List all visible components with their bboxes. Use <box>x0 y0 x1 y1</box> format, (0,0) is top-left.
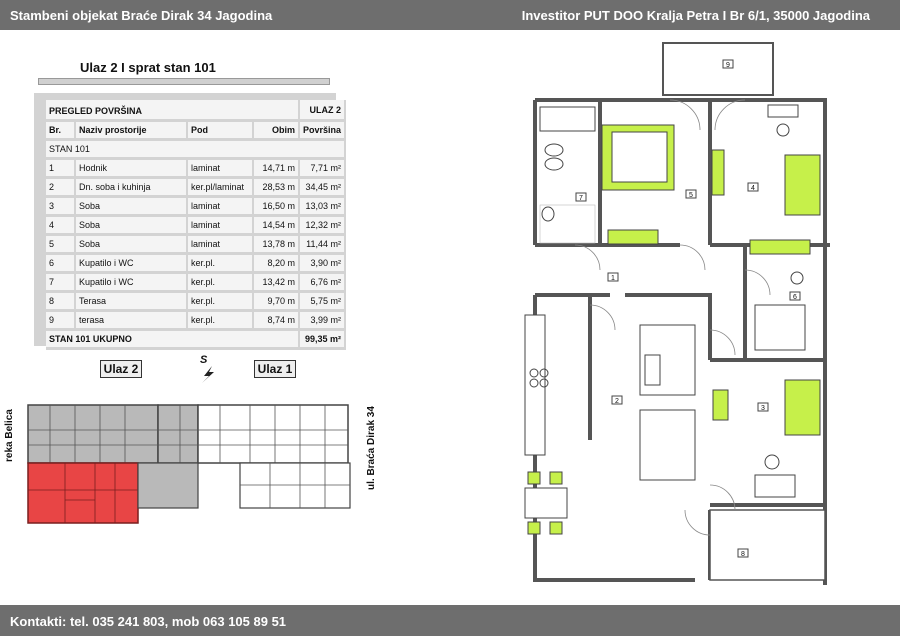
floor-type: ker.pl. <box>187 253 254 274</box>
row-number: 9 <box>46 310 76 331</box>
area: 7,71 m² <box>299 158 347 179</box>
table-row: 3 Soba laminat 16,50 m 13,03 m² <box>46 196 347 217</box>
total-value: 99,35 m² <box>299 329 347 350</box>
area: 5,75 m² <box>299 291 347 312</box>
room-label-9: 9 <box>726 62 730 69</box>
col-name: Naziv prostorije <box>75 120 188 141</box>
area: 12,32 m² <box>299 215 347 236</box>
table-row: 5 Soba laminat 13,78 m 11,44 m² <box>46 234 347 255</box>
contact-info: Kontakti: tel. 035 241 803, mob 063 105 … <box>10 614 287 629</box>
area: 3,90 m² <box>299 253 347 274</box>
table-row: 2 Dn. soba i kuhinja ker.pl/laminat 28,53 m… <box>46 177 347 198</box>
perimeter: 8,74 m <box>253 310 300 331</box>
row-number: 7 <box>46 272 76 293</box>
divider <box>38 78 330 85</box>
river-label: reka Belica <box>4 409 15 462</box>
table-title: PREGLED POVRŠINA <box>46 100 300 122</box>
floor-type: ker.pl. <box>187 291 254 312</box>
room-name: Soba <box>75 215 188 236</box>
table-row: 1 Hodnik laminat 14,71 m 7,71 m² <box>46 158 347 179</box>
room-name: Kupatilo i WC <box>75 272 188 293</box>
entrance-1-label: Ulaz 1 <box>254 360 296 378</box>
perimeter: 8,20 m <box>253 253 300 274</box>
floor-type: ker.pl/laminat <box>187 177 254 198</box>
floor-type: laminat <box>187 158 254 179</box>
entrance-2-label: Ulaz 2 <box>100 360 142 378</box>
area: 6,76 m² <box>299 272 347 293</box>
row-number: 6 <box>46 253 76 274</box>
perimeter: 13,78 m <box>253 234 300 255</box>
perimeter: 16,50 m <box>253 196 300 217</box>
street-label: ul. Braća Dirak 34 <box>366 406 377 490</box>
room-name: Soba <box>75 234 188 255</box>
project-title: Stambeni objekat Braće Dirak 34 Jagodina <box>10 8 273 23</box>
table-section: STAN 101 <box>46 139 347 160</box>
perimeter: 14,71 m <box>253 158 300 179</box>
apartment-subtitle: Ulaz 2 I sprat stan 101 <box>80 60 216 75</box>
col-area: Površina <box>299 120 347 141</box>
area: 34,45 m² <box>299 177 347 198</box>
table-row: 6 Kupatilo i WC ker.pl. 8,20 m 3,90 m² <box>46 253 347 274</box>
room-name: Dn. soba i kuhinja <box>75 177 188 198</box>
north-arrow-icon <box>202 366 214 383</box>
room-name: Hodnik <box>75 158 188 179</box>
area-table: PREGLED POVRŠINA ULAZ 2 Br. Naziv prosto… <box>46 100 347 350</box>
room-label-8: 8 <box>741 551 745 558</box>
col-br: Br. <box>46 120 76 141</box>
room-name: Terasa <box>75 291 188 312</box>
row-number: 5 <box>46 234 76 255</box>
room-label-1: 1 <box>611 275 615 282</box>
room-label-6: 6 <box>793 294 797 301</box>
room-label-2: 2 <box>615 398 619 405</box>
room-name: terasa <box>75 310 188 331</box>
table-row: 7 Kupatilo i WC ker.pl. 13,42 m 6,76 m² <box>46 272 347 293</box>
perimeter: 28,53 m <box>253 177 300 198</box>
apartment-highlight <box>27 462 139 524</box>
floor-type: laminat <box>187 234 254 255</box>
col-perimeter: Obim <box>253 120 300 141</box>
room-label-7: 7 <box>579 195 583 202</box>
area: 13,03 m² <box>299 196 347 217</box>
perimeter: 9,70 m <box>253 291 300 312</box>
perimeter: 13,42 m <box>253 272 300 293</box>
floor-type: ker.pl. <box>187 272 254 293</box>
row-number: 4 <box>46 215 76 236</box>
col-floor: Pod <box>187 120 254 141</box>
row-number: 2 <box>46 177 76 198</box>
floor-type: laminat <box>187 196 254 217</box>
table-entrance: ULAZ 2 <box>299 100 347 122</box>
site-plan <box>27 404 351 524</box>
row-number: 8 <box>46 291 76 312</box>
investor-info: Investitor PUT DOO Kralja Petra I Br 6/1… <box>521 8 870 23</box>
footer-bar: Kontakti: tel. 035 241 803, mob 063 105 … <box>0 605 900 636</box>
table-row: 8 Terasa ker.pl. 9,70 m 5,75 m² <box>46 291 347 312</box>
floor-type: ker.pl. <box>187 310 254 331</box>
total-label: STAN 101 UKUPNO <box>46 329 300 350</box>
floor-type: laminat <box>187 215 254 236</box>
room-name: Kupatilo i WC <box>75 253 188 274</box>
area: 3,99 m² <box>299 310 347 331</box>
row-number: 3 <box>46 196 76 217</box>
table-row: 9 terasa ker.pl. 8,74 m 3,99 m² <box>46 310 347 331</box>
floor-plan: 1 2 3 4 5 6 7 8 9 <box>524 42 830 585</box>
room-name: Soba <box>75 196 188 217</box>
area: 11,44 m² <box>299 234 347 255</box>
room-label-4: 4 <box>751 185 755 192</box>
perimeter: 14,54 m <box>253 215 300 236</box>
room-label-5: 5 <box>689 192 693 199</box>
table-row: 4 Soba laminat 14,54 m 12,32 m² <box>46 215 347 236</box>
header-bar: Stambeni objekat Braće Dirak 34 Jagodina… <box>0 0 900 30</box>
row-number: 1 <box>46 158 76 179</box>
room-label-3: 3 <box>761 405 765 412</box>
